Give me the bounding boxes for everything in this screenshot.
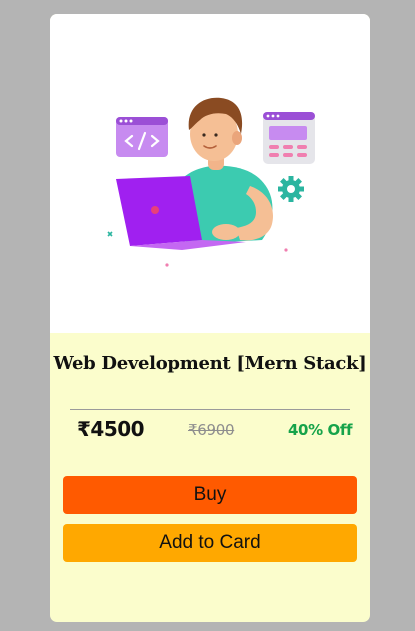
course-details: Web Development [Mern Stack] ₹4500 ₹6900… (50, 333, 370, 622)
course-hero (50, 14, 370, 333)
gear-icon (278, 176, 304, 202)
dot-icon (284, 248, 288, 252)
current-price: ₹4500 (77, 417, 145, 441)
sparkle-icon (107, 231, 113, 237)
discount-badge: 40% Off (288, 421, 353, 439)
code-window-icon (116, 117, 168, 157)
divider (70, 409, 350, 410)
dot-icon (165, 263, 169, 267)
browser-window-icon (263, 112, 315, 164)
buy-button[interactable]: Buy (63, 476, 357, 514)
course-title: Web Development [Mern Stack] (53, 353, 367, 374)
original-price: ₹6900 (188, 421, 235, 439)
course-card: Web Development [Mern Stack] ₹4500 ₹6900… (50, 14, 370, 622)
add-to-cart-button[interactable]: Add to Card (63, 524, 357, 562)
developer-with-laptop-illustration (107, 97, 315, 267)
